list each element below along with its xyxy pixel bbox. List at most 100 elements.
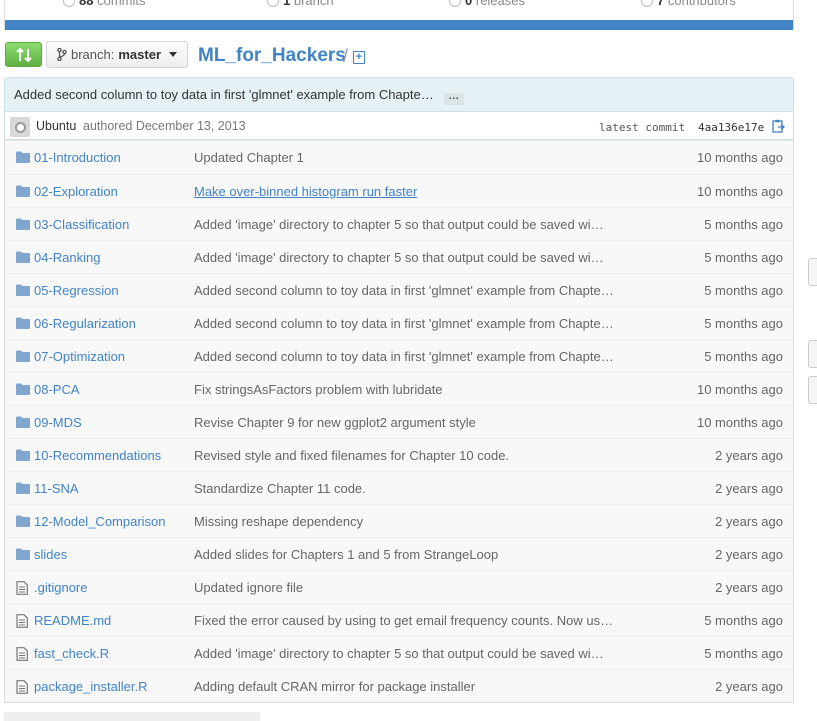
compare-icon [15,47,32,62]
file-row[interactable]: 07-Optimization Added second column to to… [5,339,793,372]
file-commit-message[interactable]: Revise Chapter 9 for new ggplot2 argumen… [194,415,618,430]
file-commit-message[interactable]: Revised style and fixed filenames for Ch… [194,448,618,463]
file-age: 5 months ago [704,646,783,661]
file-commit-message[interactable]: Updated Chapter 1 [194,150,618,165]
folder-icon [16,317,30,332]
file-commit-message[interactable]: Standardize Chapter 11 code. [194,481,618,496]
file-commit-message[interactable]: Added 'image' directory to chapter 5 so … [194,217,618,232]
file-name-link[interactable]: 10-Recommendations [34,448,161,463]
sidebar-edge-control[interactable] [808,258,817,286]
people-icon [641,0,653,7]
file-age: 10 months ago [696,415,783,430]
file-row[interactable]: 04-Ranking Added 'image' directory to cha… [5,240,793,273]
file-commit-message[interactable]: Missing reshape dependency [194,514,618,529]
file-commit-message[interactable]: Make over-binned histogram run faster [194,184,417,199]
branch-selector[interactable]: branch: master [46,41,189,68]
commit-date: authored December 13, 2013 [83,119,246,133]
language-bar [5,20,793,30]
branch-label: branch: [71,47,115,62]
folder-icon [16,350,30,365]
file-name-link[interactable]: .gitignore [34,580,87,595]
stat-branches[interactable]: 1 branch [267,0,334,11]
stat-commits[interactable]: 88 commits [63,0,145,11]
file-row[interactable]: 09-MDS Revise Chapter 9 for new ggplot2 a… [5,405,793,438]
file-name-link[interactable]: 06-Regularization [34,316,136,331]
file-row[interactable]: 11-SNA Standardize Chapter 11 code. 2 year… [5,471,793,504]
file-row[interactable]: 12-Model_Comparison Missing reshape depen… [5,504,793,537]
folder-icon [16,251,30,266]
file-icon [16,647,28,664]
chevron-down-icon [169,52,178,57]
file-age: 2 years ago [715,481,783,496]
folder-icon [16,284,30,299]
file-name-link[interactable]: 02-Exploration [34,184,118,199]
file-commit-message[interactable]: Added second column to toy data in first… [194,283,618,298]
file-row[interactable]: fast_check.R Added 'image' directory to c… [5,636,793,669]
file-name-link[interactable]: 01-Introduction [34,150,121,165]
branch-value: master [118,47,162,62]
commit-sha[interactable]: 4aa136e17e [698,121,764,134]
file-name-link[interactable]: 04-Ranking [34,250,101,265]
file-row[interactable]: 06-Regularization Added second column to … [5,306,793,339]
repo-name-link[interactable]: ML_for_Hackers [198,45,346,67]
add-file-icon[interactable]: + [353,51,365,64]
history-icon [63,0,75,7]
file-commit-message[interactable]: Added 'image' directory to chapter 5 so … [194,646,618,661]
file-commit-message[interactable]: Adding default CRAN mirror for package i… [194,679,618,694]
stat-releases[interactable]: 0 releases [449,0,525,11]
file-age: 10 months ago [696,184,783,199]
file-name-link[interactable]: 09-MDS [34,415,82,430]
file-name-link[interactable]: 12-Model_Comparison [34,514,166,529]
file-commit-message[interactable]: Added slides for Chapters 1 and 5 from S… [194,547,618,562]
sidebar-edge-control[interactable] [808,340,817,368]
folder-icon [16,151,30,166]
file-commit-message[interactable]: Fix stringsAsFactors problem with lubrid… [194,382,618,397]
folder-icon [16,548,30,563]
file-row[interactable]: 05-Regression Added second column to toy … [5,273,793,306]
file-row[interactable]: 01-Introduction Updated Chapter 1 10 month… [5,141,793,174]
file-age: 5 months ago [704,349,783,364]
file-commit-message[interactable]: Added second column to toy data in first… [194,316,618,331]
compare-button[interactable] [5,42,42,67]
file-row[interactable]: package_installer.R Adding default CRAN m… [5,669,793,702]
folder-icon [16,383,30,398]
expand-message-button[interactable]: … [443,91,464,105]
sidebar-edge-control[interactable] [808,376,817,404]
folder-icon [16,449,30,464]
clipboard-icon[interactable] [772,119,785,133]
file-name-link[interactable]: 05-Regression [34,283,119,298]
file-name-link[interactable]: 11-SNA [34,481,79,496]
file-commit-message[interactable]: Updated ignore file [194,580,618,595]
file-commit-message[interactable]: Fixed the error caused by using to get e… [194,613,618,628]
file-list: 01-Introduction Updated Chapter 1 10 month… [4,140,794,703]
file-row[interactable]: README.md Fixed the error caused by using… [5,603,793,636]
folder-icon [16,515,30,530]
file-name-link[interactable]: 08-PCA [34,382,80,397]
commit-author[interactable]: Ubuntu [36,119,76,133]
file-row[interactable]: .gitignore Updated ignore file 2 years ago [5,570,793,603]
file-commit-message[interactable]: Added 'image' directory to chapter 5 so … [194,250,618,265]
folder-icon [16,416,30,431]
commit-message[interactable]: Added second column to toy data in first… [14,87,434,102]
file-row[interactable]: slides Added slides for Chapters 1 and 5 … [5,537,793,570]
file-row[interactable]: 02-Exploration Make over-binned histogram… [5,174,793,207]
latest-commit-label: latest commit [599,121,686,134]
file-name-link[interactable]: 07-Optimization [34,349,125,364]
file-row[interactable]: 10-Recommendations Revised style and fixe… [5,438,793,471]
file-name-link[interactable]: package_installer.R [34,679,147,694]
stat-contributors[interactable]: 7 contributors [641,0,736,11]
file-age: 2 years ago [715,679,783,694]
file-name-link[interactable]: fast_check.R [34,646,109,661]
file-name-link[interactable]: 03-Classification [34,217,129,232]
file-age: 5 months ago [704,613,783,628]
file-row[interactable]: 03-Classification Added 'image' directory… [5,207,793,240]
file-age: 2 years ago [715,580,783,595]
file-icon [16,614,28,631]
file-name-link[interactable]: README.md [34,613,111,628]
file-icon [16,680,28,697]
file-commit-message[interactable]: Added second column to toy data in first… [194,349,618,364]
file-row[interactable]: 08-PCA Fix stringsAsFactors problem with … [5,372,793,405]
avatar[interactable] [10,117,30,137]
commit-meta: Ubuntu authored December 13, 2013 latest… [5,112,793,139]
file-name-link[interactable]: slides [34,547,67,562]
